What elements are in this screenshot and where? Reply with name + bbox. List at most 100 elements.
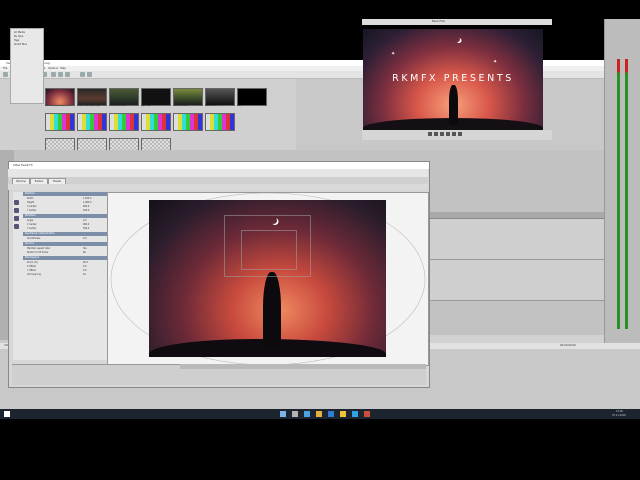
tree-item[interactable]: By Type [14, 35, 23, 38]
audio-track[interactable] [430, 260, 604, 301]
thumb-label: Party crowd [205, 105, 217, 107]
tree-item[interactable]: Smart Bins [14, 43, 27, 46]
preview-controls [362, 130, 552, 140]
param-row[interactable]: Y Center 540.0 [27, 209, 107, 213]
fx-window-title: Video Event FX [13, 164, 33, 167]
level-meter-left [617, 59, 620, 329]
pan-crop-image[interactable] [149, 200, 386, 357]
param-row[interactable]: Y Center 540.0 [27, 227, 107, 231]
master-mixer [604, 19, 640, 349]
media-thumb-sunset[interactable] [45, 88, 75, 106]
thumb-label: Crowd at festival [109, 105, 126, 107]
media-app-icon[interactable] [364, 411, 370, 417]
section-position[interactable]: Position [23, 192, 109, 196]
thumb-label: Night sky [141, 105, 151, 107]
lock-icon[interactable] [87, 72, 92, 77]
chrome-icon[interactable] [340, 411, 346, 417]
level-meter-right [625, 59, 628, 329]
vegas-app-icon[interactable] [352, 411, 358, 417]
param-row[interactable]: Smoothness 0.0 [27, 237, 107, 241]
menu-file[interactable]: File [3, 67, 7, 70]
param-row[interactable]: X Center 960.0 [27, 223, 107, 227]
param-row[interactable]: Height 1,080.0 [27, 201, 107, 205]
param-row[interactable]: Stretch to fill frame No [27, 251, 107, 255]
media-thumb-black[interactable] [237, 88, 267, 106]
section-source[interactable]: Source [23, 242, 109, 246]
param-row[interactable]: Grid spacing 16 [27, 273, 107, 277]
preview-title-text: RKMFX PRESENTS [392, 73, 514, 84]
fx-chain-bar [8, 169, 428, 177]
crop-inner-frame[interactable] [241, 230, 297, 270]
pause-icon[interactable] [440, 132, 444, 136]
media-thumb-crowd[interactable] [109, 88, 139, 106]
sparkle-icon: ✦ [391, 51, 396, 57]
param-row[interactable]: X Offset 0.0 [27, 265, 107, 269]
section-rotation[interactable]: Rotation [23, 214, 109, 218]
new-project-icon[interactable] [3, 72, 8, 77]
prev-frame-icon[interactable] [452, 132, 456, 136]
taskbar [0, 409, 640, 419]
clock-time[interactable]: 12:00 [616, 410, 623, 413]
thumb-label: Adobestock_Sunset clouds [45, 105, 72, 107]
copy-icon[interactable] [58, 72, 63, 77]
media-thumb-dancers[interactable] [77, 88, 107, 106]
media-thumb-colorbars[interactable] [77, 113, 107, 131]
menu-options[interactable]: Options [48, 67, 58, 70]
silhouette-figure [449, 85, 458, 125]
param-row[interactable]: Y Offset 0.0 [27, 269, 107, 273]
param-row[interactable]: Width 1,920.0 [27, 197, 107, 201]
media-thumb-colorbars[interactable] [173, 113, 203, 131]
tree-item[interactable]: Tags [14, 39, 19, 42]
media-thumb-colorbars[interactable] [141, 113, 171, 131]
stop-icon[interactable] [446, 132, 450, 136]
store-icon[interactable] [328, 411, 334, 417]
moon-icon [455, 37, 460, 42]
media-thumb-night[interactable] [141, 88, 171, 106]
preview-toolbar: Best (Full) [362, 19, 552, 25]
section-workspace[interactable]: Workspace [23, 256, 109, 260]
paste-icon[interactable] [65, 72, 70, 77]
param-row[interactable]: Angle 0.0 [27, 219, 107, 223]
video-preview: RKMFX PRESENTS ✦ ✦ [363, 29, 543, 130]
thumb-label: People dancing at night [77, 105, 101, 107]
cut-icon[interactable] [51, 72, 56, 77]
media-thumb-party[interactable] [205, 88, 235, 106]
fx-title-bar: Video Event FX [9, 162, 429, 169]
next-frame-icon[interactable] [458, 132, 462, 136]
enable-rotation-icon[interactable] [14, 208, 19, 213]
silhouette-figure [263, 272, 281, 350]
param-row[interactable]: Maintain aspect ratio Yes [27, 247, 107, 251]
media-tree: All Media By Type Tags Smart Bins [10, 28, 44, 104]
media-thumb-concert[interactable] [173, 88, 203, 106]
clock-date[interactable]: 07.11.2018 [612, 414, 626, 417]
param-row[interactable]: Zoom (%) 60.0 [27, 261, 107, 265]
media-thumb-colorbars[interactable] [45, 113, 75, 131]
menu-help[interactable]: Help [60, 67, 66, 70]
preview-quality-dropdown[interactable]: Best (Full) [432, 20, 445, 23]
timeline-ruler[interactable] [430, 212, 604, 219]
play-icon[interactable] [434, 132, 438, 136]
file-explorer-icon[interactable] [316, 411, 322, 417]
snap-to-grid-icon[interactable] [14, 216, 19, 221]
section-keyframe-interpolation[interactable]: Keyframe interpolation [23, 232, 109, 236]
parameter-panel: Position Width 1,920.0 Height 1,080.0 X Ce… [13, 192, 109, 360]
loop-icon[interactable] [428, 132, 432, 136]
task-view-icon[interactable] [292, 411, 298, 417]
tree-item[interactable]: All Media [14, 31, 25, 34]
main-toolbar [0, 71, 640, 79]
media-thumb-colorbars[interactable] [109, 113, 139, 131]
sparkle-icon: ✦ [493, 59, 498, 65]
start-icon[interactable] [4, 411, 10, 417]
lock-aspect-icon[interactable] [14, 224, 19, 229]
normal-edit-tool-icon[interactable] [14, 200, 19, 205]
search-icon[interactable] [280, 411, 286, 417]
fx-preset-row [8, 184, 428, 190]
video-track[interactable] [430, 219, 604, 260]
edge-icon[interactable] [304, 411, 310, 417]
fx-keyframe-ruler[interactable] [180, 364, 426, 369]
ripple-icon[interactable] [80, 72, 85, 77]
media-thumb-colorbars[interactable] [205, 113, 235, 131]
timecode: 00:00:00;00 [560, 344, 576, 347]
system-tray: 12:00 07.11.2018 [574, 410, 640, 418]
param-row[interactable]: X Center 960.0 [27, 205, 107, 209]
